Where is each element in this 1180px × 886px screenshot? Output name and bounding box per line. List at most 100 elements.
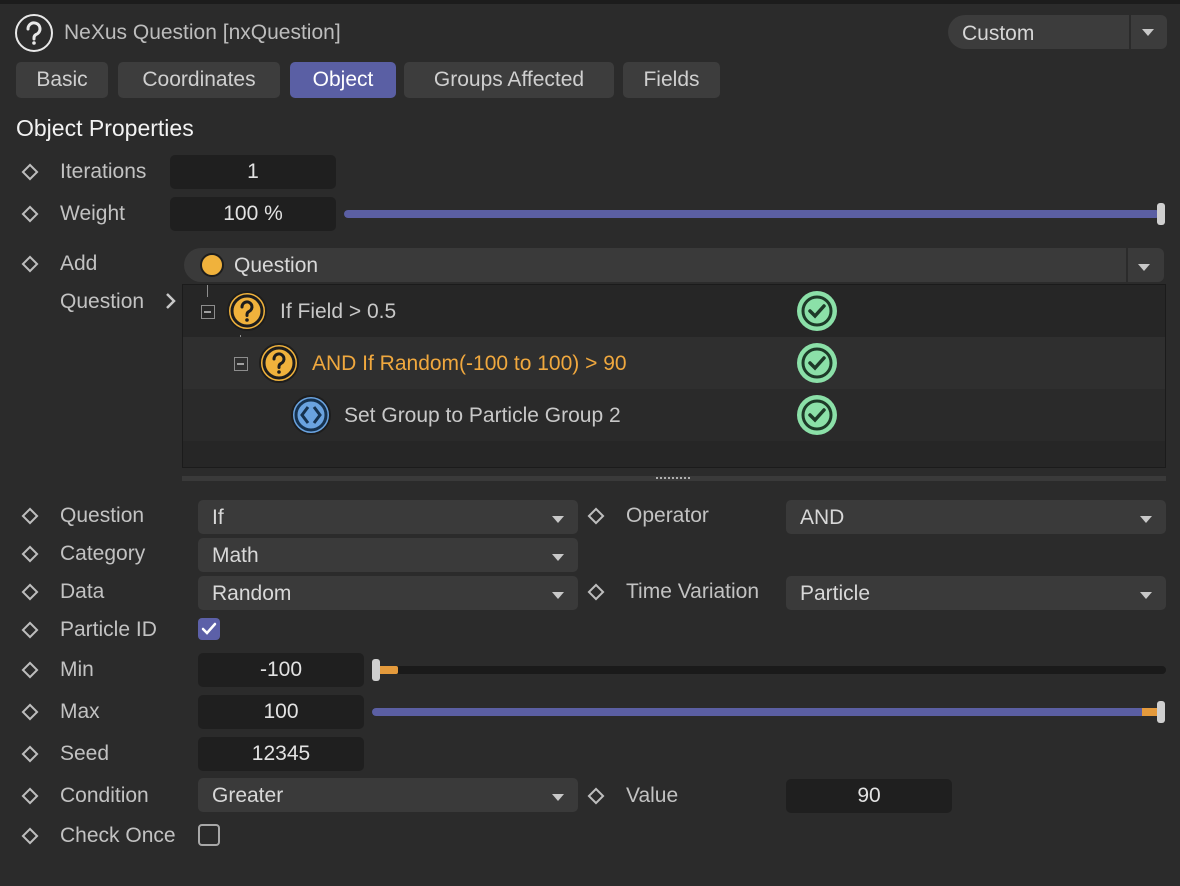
keyframe-diamond-icon[interactable]: [21, 163, 39, 181]
keyframe-diamond-icon[interactable]: [587, 787, 605, 805]
question-value: If: [212, 506, 224, 529]
min-label: Min: [60, 658, 94, 681]
max-slider-marker: [1142, 708, 1158, 716]
seed-field[interactable]: 12345: [198, 737, 364, 771]
window-top-border: [0, 0, 1180, 4]
enabled-check-icon[interactable]: [797, 343, 837, 383]
keyframe-diamond-icon[interactable]: [21, 507, 39, 525]
tree-row[interactable]: Set Group to Particle Group 2: [183, 389, 1165, 441]
keyframe-diamond-icon[interactable]: [21, 827, 39, 845]
keyframe-diamond-icon[interactable]: [21, 205, 39, 223]
chevron-down-icon[interactable]: [1140, 516, 1152, 523]
particle-id-checkbox[interactable]: [198, 618, 220, 640]
weight-slider-fill: [344, 210, 1160, 218]
chevron-down-icon[interactable]: [552, 794, 564, 801]
enabled-check-icon[interactable]: [797, 291, 837, 331]
question-tree[interactable]: If Field > 0.5 AND If Random(-100 to 100…: [182, 284, 1166, 468]
keyframe-diamond-icon[interactable]: [21, 583, 39, 601]
action-icon: [291, 395, 331, 435]
question-icon: [259, 343, 299, 383]
condition-value: Greater: [212, 784, 284, 807]
max-field[interactable]: 100: [198, 695, 364, 729]
keyframe-diamond-icon[interactable]: [587, 507, 605, 525]
operator-value: AND: [800, 506, 845, 529]
keyframe-diamond-icon[interactable]: [21, 661, 39, 679]
value-field[interactable]: 90: [786, 779, 952, 813]
add-divider: [1126, 248, 1128, 282]
check-once-label: Check Once: [60, 824, 176, 847]
question-icon: [200, 253, 224, 277]
collapse-icon[interactable]: [201, 305, 215, 319]
question-list-label: Question: [60, 290, 145, 313]
keyframe-diamond-icon[interactable]: [21, 787, 39, 805]
tab-coordinates[interactable]: Coordinates: [118, 62, 280, 98]
chevron-right-icon[interactable]: [164, 290, 178, 317]
chevron-down-icon[interactable]: [552, 516, 564, 523]
time-variation-value: Particle: [800, 582, 871, 605]
category-label: Category: [60, 542, 146, 565]
data-label: Data: [60, 580, 105, 603]
tab-basic[interactable]: Basic: [16, 62, 108, 98]
question-dropdown[interactable]: If: [198, 500, 578, 534]
operator-dropdown[interactable]: AND: [786, 500, 1166, 534]
iterations-label: Iterations: [60, 160, 147, 183]
tab-groups-affected[interactable]: Groups Affected: [404, 62, 614, 98]
keyframe-diamond-icon[interactable]: [21, 703, 39, 721]
keyframe-diamond-icon[interactable]: [21, 255, 39, 273]
chevron-down-icon[interactable]: [1138, 264, 1150, 271]
category-value: Math: [212, 544, 259, 567]
question-logo-icon: [15, 14, 53, 52]
tree-row[interactable]: AND If Random(-100 to 100) > 90: [183, 337, 1165, 389]
keyframe-diamond-icon[interactable]: [21, 621, 39, 639]
tree-item-label: Set Group to Particle Group 2: [344, 404, 621, 427]
tree-row[interactable]: If Field > 0.5: [183, 285, 1165, 337]
time-variation-label: Time Variation: [626, 580, 760, 603]
condition-label: Condition: [60, 784, 149, 807]
collapse-icon[interactable]: [234, 357, 248, 371]
seed-label: Seed: [60, 742, 110, 765]
preset-divider: [1129, 15, 1131, 49]
question-icon: [227, 291, 267, 331]
data-value: Random: [212, 582, 292, 605]
tab-object[interactable]: Object: [290, 62, 396, 98]
condition-dropdown[interactable]: Greater: [198, 778, 578, 812]
chevron-down-icon[interactable]: [552, 592, 564, 599]
time-variation-dropdown[interactable]: Particle: [786, 576, 1166, 610]
object-title: NeXus Question [nxQuestion]: [64, 21, 341, 44]
add-dropdown[interactable]: Question: [184, 248, 1164, 282]
chevron-down-icon[interactable]: [1142, 29, 1154, 36]
chevron-down-icon[interactable]: [552, 554, 564, 561]
chevron-down-icon[interactable]: [1140, 592, 1152, 599]
keyframe-diamond-icon[interactable]: [21, 545, 39, 563]
category-dropdown[interactable]: Math: [198, 538, 578, 572]
tree-item-label: If Field > 0.5: [280, 300, 397, 323]
weight-label: Weight: [60, 202, 125, 225]
add-label: Add: [60, 252, 98, 275]
min-slider-handle[interactable]: [372, 659, 380, 681]
max-slider-fill: [372, 708, 1162, 716]
question-label: Question: [60, 504, 145, 527]
min-field[interactable]: -100: [198, 653, 364, 687]
check-once-checkbox[interactable]: [198, 824, 220, 846]
keyframe-diamond-icon[interactable]: [21, 745, 39, 763]
iterations-field[interactable]: 1: [170, 155, 336, 189]
preset-label: Custom: [962, 22, 1035, 45]
keyframe-diamond-icon[interactable]: [587, 583, 605, 601]
value-label: Value: [626, 784, 679, 807]
tab-fields[interactable]: Fields: [623, 62, 720, 98]
grip-dots-icon[interactable]: [656, 477, 690, 479]
enabled-check-icon[interactable]: [797, 395, 837, 435]
tree-item-label: AND If Random(-100 to 100) > 90: [312, 352, 627, 375]
min-slider-track[interactable]: [372, 666, 1166, 674]
min-slider-marker: [378, 666, 398, 674]
add-value: Question: [234, 254, 319, 277]
operator-label: Operator: [626, 504, 709, 527]
max-slider-handle[interactable]: [1157, 701, 1165, 723]
max-label: Max: [60, 700, 100, 723]
preset-dropdown[interactable]: Custom: [948, 15, 1167, 49]
section-title: Object Properties: [16, 115, 194, 141]
weight-field[interactable]: 100 %: [170, 197, 336, 231]
weight-slider-handle[interactable]: [1157, 203, 1165, 225]
particle-id-label: Particle ID: [60, 618, 157, 641]
data-dropdown[interactable]: Random: [198, 576, 578, 610]
